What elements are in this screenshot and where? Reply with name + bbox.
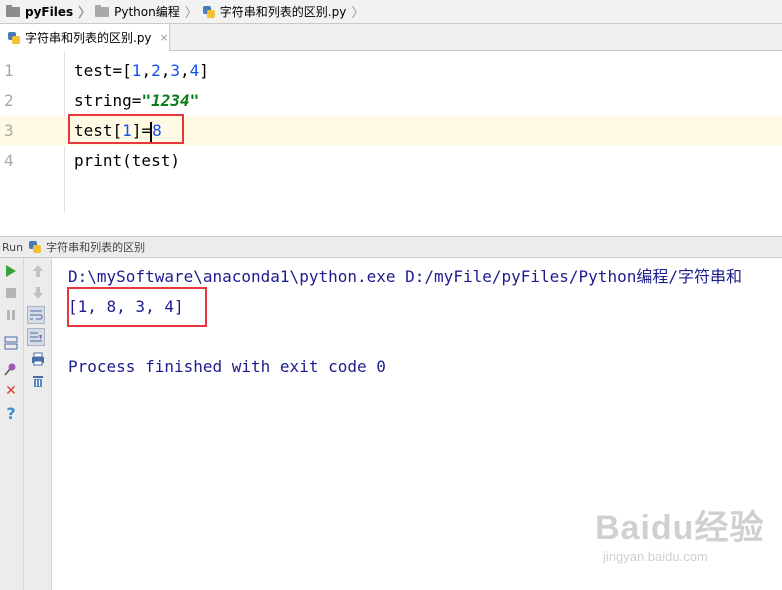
python-file-icon [28, 240, 42, 254]
breadcrumb: pyFiles 〉 Python编程 〉 字符串和列表的区别.py 〉 [0, 0, 782, 24]
code-token: test=[ [74, 61, 132, 80]
code-token: 4 [189, 61, 200, 80]
code-line[interactable]: 4 print(test) [0, 146, 782, 176]
line-number: 2 [4, 91, 14, 110]
layout-icon[interactable] [2, 334, 20, 352]
code-text[interactable]: test=[1,2,3,4] [74, 56, 209, 86]
run-title: Run [2, 240, 24, 254]
breadcrumb-label: pyFiles [25, 4, 74, 19]
code-token: , [160, 61, 171, 80]
watermark: Baidu经验 jingyan.baidu.com [595, 500, 764, 564]
run-icon[interactable] [2, 262, 20, 280]
python-file-icon [202, 5, 216, 19]
breadcrumb-item-pyfiles[interactable]: pyFiles 〉 [6, 0, 95, 24]
highlight-box-code [68, 114, 184, 144]
editor-tab[interactable]: 字符串和列表的区别.py × [0, 24, 170, 51]
chevron-right-icon: 〉 [351, 6, 365, 21]
code-token: 2 [151, 61, 161, 80]
breadcrumb-label: Python编程 [114, 5, 180, 19]
code-text[interactable]: string="1234" [74, 86, 199, 116]
code-editor[interactable]: 1 test=[1,2,3,4] 2 string="1234" 3 test[1]=8 4… [0, 52, 782, 212]
pause-icon[interactable] [2, 306, 20, 324]
trash-icon[interactable] [29, 372, 47, 390]
run-panel-header: Run 字符串和列表的区别 [0, 236, 782, 258]
scroll-to-end-icon[interactable] [27, 328, 45, 346]
code-token: "1234" [141, 91, 200, 110]
print-icon[interactable] [29, 350, 47, 368]
code-token: string= [74, 91, 142, 110]
watermark-brand: Baidu经验 [595, 509, 765, 547]
run-toolbar-console [24, 258, 52, 590]
code-token: , [141, 61, 152, 80]
editor-tab-bar: 字符串和列表的区别.py × [0, 24, 782, 51]
code-token: 1 [131, 61, 142, 80]
code-token: , [180, 61, 190, 80]
up-arrow-icon[interactable] [29, 262, 47, 280]
editor-tab-label: 字符串和列表的区别.py [25, 31, 152, 45]
code-token: 3 [170, 61, 180, 80]
close-tab-icon[interactable]: × [160, 31, 169, 44]
breadcrumb-item-python[interactable]: Python编程 〉 [95, 0, 202, 24]
pin-icon[interactable] [2, 360, 20, 378]
close-icon[interactable]: ✕ [2, 382, 20, 400]
python-file-icon [7, 31, 21, 45]
line-number: 1 [4, 61, 14, 80]
stop-icon[interactable] [2, 284, 20, 302]
run-config-name[interactable]: 字符串和列表的区别 [46, 239, 145, 255]
breadcrumb-item-file[interactable]: 字符串和列表的区别.py 〉 [202, 0, 369, 24]
help-icon[interactable]: ? [2, 404, 20, 423]
code-text[interactable]: print(test) [74, 146, 180, 176]
code-token: print(test) [74, 151, 180, 170]
line-number: 3 [4, 121, 14, 140]
down-arrow-icon[interactable] [29, 284, 47, 302]
code-token: ] [199, 61, 209, 80]
soft-wrap-icon[interactable] [27, 306, 45, 324]
code-line[interactable]: 2 string="1234" [0, 86, 782, 116]
chevron-right-icon: 〉 [184, 6, 198, 21]
highlight-box-output [67, 287, 207, 327]
line-number: 4 [4, 151, 14, 170]
watermark-url: jingyan.baidu.com [603, 549, 708, 564]
chevron-right-icon: 〉 [78, 6, 92, 21]
console-line-exit: Process finished with exit code 0 [68, 357, 386, 376]
folder-icon [6, 4, 20, 17]
run-toolbar-left: ✕ ? [0, 258, 24, 590]
breadcrumb-label: 字符串和列表的区别.py [219, 5, 347, 19]
code-line[interactable]: 1 test=[1,2,3,4] [0, 56, 782, 86]
folder-icon [95, 4, 110, 17]
